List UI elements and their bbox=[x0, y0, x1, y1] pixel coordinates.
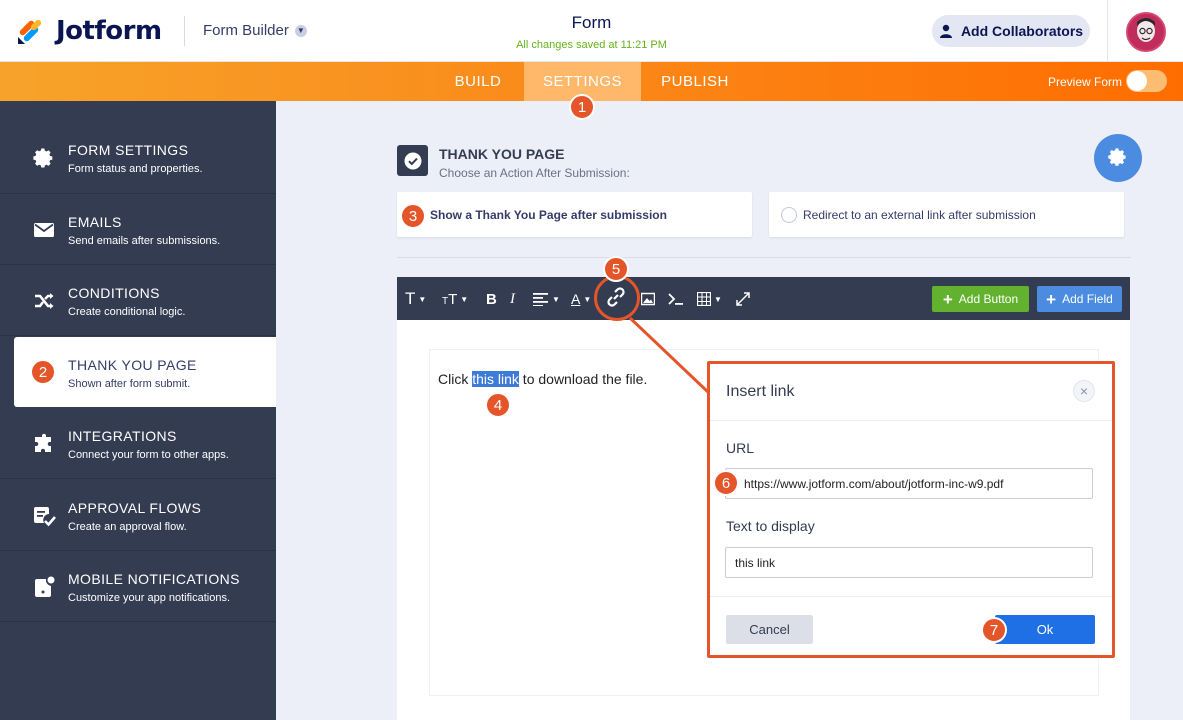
step-badge: 5 bbox=[603, 256, 629, 282]
dialog-divider bbox=[710, 420, 1112, 421]
cancel-button[interactable]: Cancel bbox=[726, 615, 813, 644]
step-badge: 2 bbox=[30, 359, 56, 385]
display-text-label: Text to display bbox=[726, 518, 815, 534]
url-input[interactable] bbox=[725, 468, 1093, 499]
step-badge: 1 bbox=[569, 94, 595, 120]
step-badge: 3 bbox=[400, 203, 426, 229]
ok-button[interactable]: Ok bbox=[995, 615, 1095, 644]
display-text-input[interactable] bbox=[725, 547, 1093, 578]
dialog-divider bbox=[710, 596, 1112, 597]
insert-link-dialog bbox=[710, 364, 1112, 655]
dialog-title: Insert link bbox=[726, 383, 795, 400]
step-badge: 7 bbox=[981, 617, 1007, 643]
step-badge: 4 bbox=[485, 392, 511, 418]
step-badge: 6 bbox=[713, 470, 739, 496]
close-icon[interactable]: × bbox=[1073, 380, 1095, 402]
url-label: URL bbox=[726, 440, 755, 456]
